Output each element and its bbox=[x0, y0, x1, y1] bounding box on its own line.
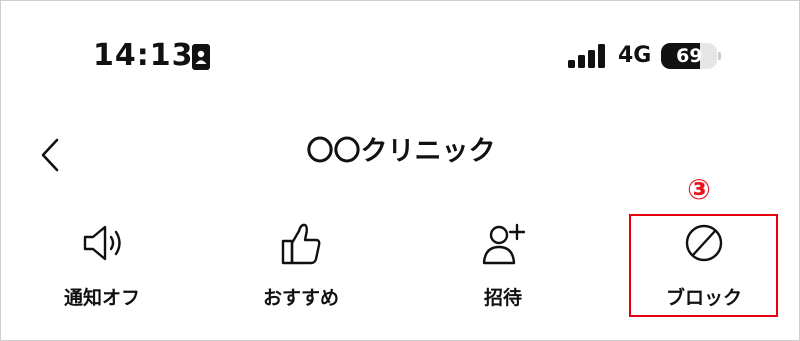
status-indicators: 4G 69 bbox=[568, 41, 722, 71]
recommend-button[interactable]: おすすめ bbox=[231, 219, 371, 319]
speaker-icon bbox=[83, 225, 121, 261]
battery-level: 69 bbox=[676, 45, 703, 67]
chevron-left-icon[interactable] bbox=[37, 135, 67, 175]
block-icon bbox=[685, 224, 723, 262]
mute-notifications-label: 通知オフ bbox=[63, 287, 140, 309]
add-person-icon bbox=[482, 223, 525, 265]
block-label: ブロック bbox=[665, 287, 742, 309]
recommend-label: おすすめ bbox=[262, 287, 339, 309]
network-type: 4G bbox=[618, 43, 652, 68]
status-time: 14:13 bbox=[93, 38, 194, 73]
invite-button[interactable]: 招待 bbox=[433, 219, 573, 319]
step-marker: ③ bbox=[687, 173, 711, 206]
signal-bars-icon bbox=[568, 44, 605, 68]
invite-label: 招待 bbox=[483, 287, 522, 309]
screen: 14:13 4G 69 〇〇クリニック ③ 通知オフ おすすめ 招待 ブロック bbox=[0, 0, 800, 341]
page-title: 〇〇クリニック bbox=[306, 136, 496, 167]
battery-icon: 69 bbox=[661, 43, 722, 69]
portrait-lock-icon bbox=[192, 44, 210, 70]
block-button[interactable]: ブロック bbox=[634, 219, 774, 319]
mute-notifications-button[interactable]: 通知オフ bbox=[32, 219, 172, 319]
thumbs-up-icon bbox=[281, 223, 321, 265]
